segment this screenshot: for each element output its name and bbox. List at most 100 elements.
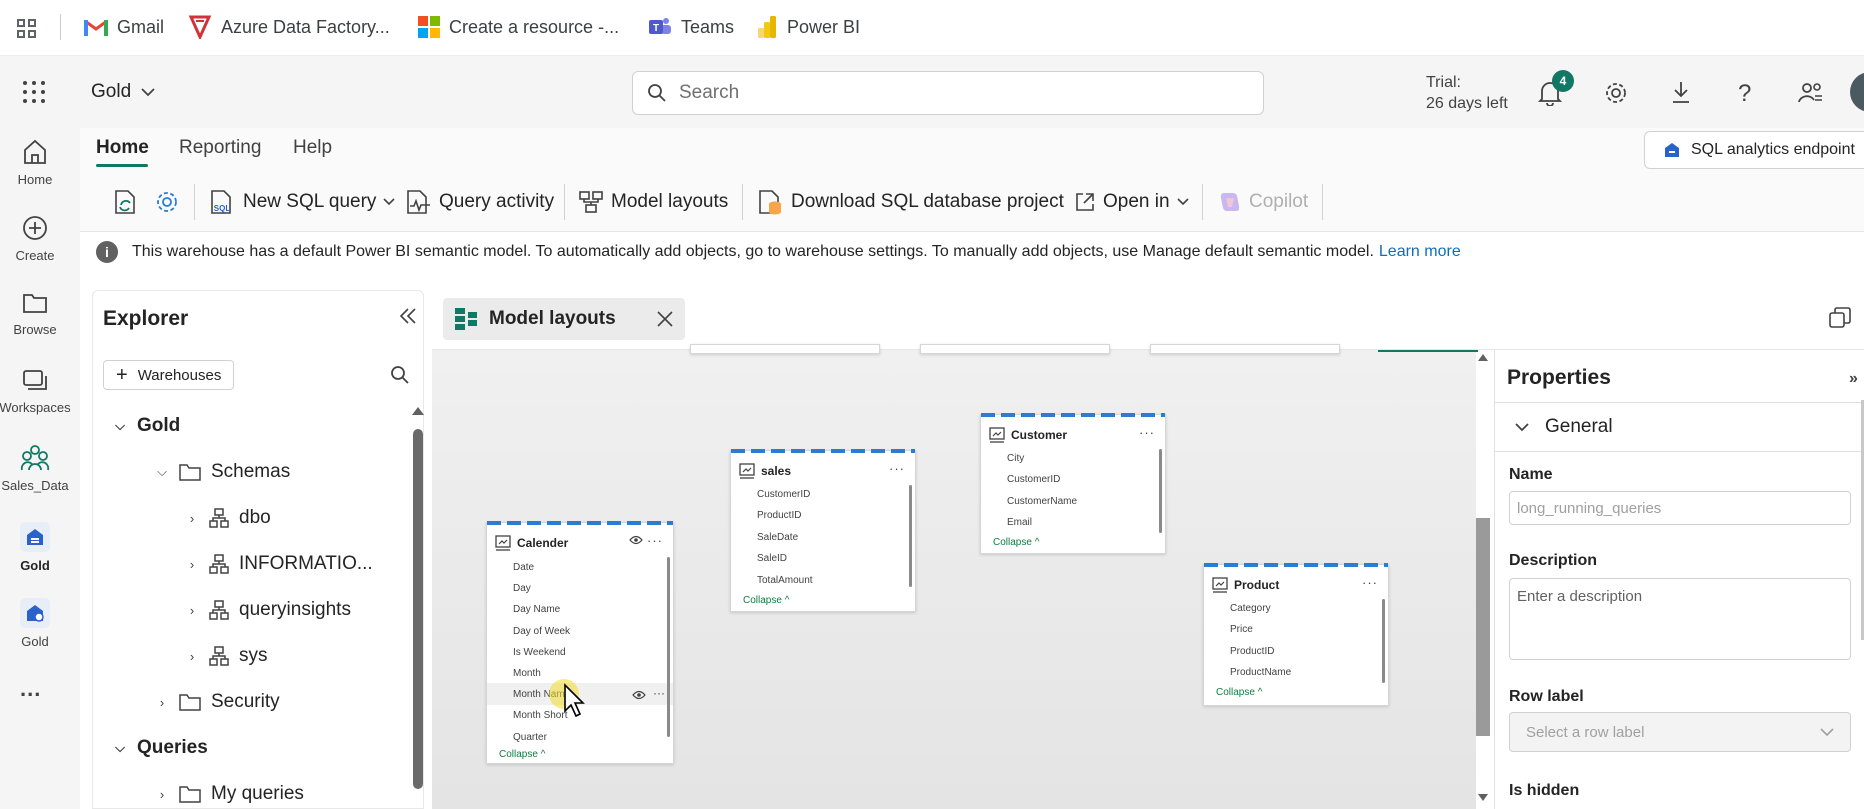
table-card-customer[interactable]: Customer ··· City CustomerID CustomerNam…	[980, 413, 1166, 554]
eye-icon[interactable]	[629, 535, 643, 545]
column-day-name[interactable]: Day Name	[513, 604, 560, 615]
notifications-button[interactable]: 4	[1538, 70, 1574, 106]
tree-item-queries[interactable]: ⌵ Queries	[113, 737, 208, 759]
column-month-short[interactable]: Month Short	[513, 710, 567, 721]
expand-pane-icon[interactable]: »	[1849, 370, 1858, 388]
bookmark-create-resource[interactable]: Create a resource -...	[418, 14, 619, 40]
trial-status[interactable]: Trial: 26 days left	[1426, 72, 1508, 114]
column-customerid[interactable]: CustomerID	[757, 489, 810, 500]
app-launcher-icon[interactable]	[22, 80, 46, 104]
explorer-scrollbar[interactable]	[413, 429, 423, 789]
column-saleid[interactable]: SaleID	[757, 553, 787, 564]
rail-item-gold-active[interactable]: Gold	[0, 522, 70, 573]
table-card-calender[interactable]: Calender ··· Date Day Day Name Day of We…	[486, 521, 674, 764]
close-icon[interactable]	[657, 311, 673, 327]
copilot-button[interactable]: Copilot	[1218, 187, 1308, 217]
learn-more-link[interactable]: Learn more	[1379, 243, 1461, 261]
column-month[interactable]: Month	[513, 668, 541, 679]
column-email[interactable]: Email	[1007, 517, 1032, 528]
tree-item-queryinsights[interactable]: › queryinsights	[185, 599, 351, 621]
rail-item-sales-data[interactable]: Sales_Data	[0, 444, 70, 493]
collapse-link[interactable]: Collapse ^	[743, 595, 789, 606]
more-options-icon[interactable]: ···	[1362, 575, 1378, 590]
column-category[interactable]: Category	[1230, 603, 1271, 614]
model-layouts-button[interactable]: Model layouts	[578, 187, 728, 217]
rail-item-gold[interactable]: Gold	[0, 598, 70, 649]
restore-window-icon[interactable]	[1828, 306, 1852, 330]
collapse-link[interactable]: Collapse ^	[1216, 687, 1262, 698]
more-options-icon[interactable]: ···	[653, 686, 665, 700]
column-quarter[interactable]: Quarter	[513, 732, 547, 743]
tab-reporting[interactable]: Reporting	[179, 137, 261, 159]
refresh-icon[interactable]	[112, 188, 138, 216]
canvas-scroll-down-arrow[interactable]	[1478, 794, 1488, 801]
table-scrollbar[interactable]	[667, 557, 670, 737]
canvas-scroll-up-arrow[interactable]	[1478, 354, 1488, 361]
offscreen-table-card[interactable]	[1150, 344, 1340, 354]
column-totalamount[interactable]: TotalAmount	[757, 575, 813, 586]
new-sql-query-button[interactable]: SQL New SQL query	[208, 187, 395, 217]
rail-item-workspaces[interactable]: Workspaces	[0, 368, 71, 415]
bookmark-gmail[interactable]: Gmail	[84, 14, 164, 40]
column-productid[interactable]: ProductID	[757, 510, 801, 521]
column-day[interactable]: Day	[513, 583, 531, 594]
settings-icon[interactable]	[1604, 81, 1628, 105]
tree-item-security[interactable]: › Security	[155, 691, 280, 713]
tree-item-my-queries[interactable]: › My queries	[155, 783, 304, 805]
column-customerid[interactable]: CustomerID	[1007, 474, 1060, 485]
download-icon[interactable]	[1670, 80, 1692, 104]
collapse-link[interactable]: Collapse ^	[499, 749, 545, 760]
table-scrollbar[interactable]	[909, 485, 912, 587]
sql-analytics-endpoint-button[interactable]: SQL analytics endpoint	[1644, 131, 1864, 169]
query-activity-button[interactable]: Query activity	[404, 187, 554, 217]
apps-grid-icon[interactable]	[16, 18, 38, 40]
column-is-weekend[interactable]: Is Weekend	[513, 647, 566, 658]
tree-item-gold[interactable]: ⌵ Gold	[113, 415, 180, 437]
rail-item-home[interactable]: Home	[0, 138, 70, 187]
tab-home[interactable]: Home	[96, 137, 149, 159]
download-sql-project-button[interactable]: Download SQL database project	[756, 187, 1064, 217]
bookmark-power-bi[interactable]: Power BI	[758, 14, 860, 40]
tree-item-sys[interactable]: › sys	[185, 645, 268, 667]
table-card-product[interactable]: Product ··· Category Price ProductID Pro…	[1203, 563, 1389, 706]
eye-icon[interactable]	[632, 690, 646, 700]
model-canvas[interactable]: Calender ··· Date Day Day Name Day of We…	[432, 344, 1490, 809]
column-price[interactable]: Price	[1230, 624, 1253, 635]
tree-item-information-schema[interactable]: › INFORMATIO...	[185, 553, 373, 575]
table-scrollbar[interactable]	[1159, 449, 1162, 533]
column-city[interactable]: City	[1007, 453, 1024, 464]
column-date[interactable]: Date	[513, 562, 534, 573]
offscreen-table-card[interactable]	[690, 344, 880, 354]
name-field[interactable]: long_running_queries	[1509, 491, 1851, 525]
canvas-scrollbar[interactable]	[1476, 518, 1490, 736]
general-section-header[interactable]: General	[1495, 402, 1864, 452]
workspace-switcher[interactable]: Gold	[91, 81, 155, 103]
more-options-icon[interactable]: ···	[889, 461, 905, 476]
more-options-icon[interactable]: ···	[1139, 425, 1155, 440]
bookmark-azure-data-factory[interactable]: Azure Data Factory...	[188, 14, 390, 40]
rail-item-browse[interactable]: Browse	[0, 290, 70, 337]
avatar[interactable]	[1850, 72, 1864, 112]
more-icon[interactable]: ...	[20, 676, 41, 702]
column-productid[interactable]: ProductID	[1230, 646, 1274, 657]
tree-item-dbo[interactable]: › dbo	[185, 507, 271, 529]
rail-item-create[interactable]: Create	[0, 214, 70, 263]
offscreen-table-card[interactable]	[920, 344, 1110, 354]
collapse-pane-icon[interactable]	[399, 307, 417, 325]
column-productname[interactable]: ProductName	[1230, 667, 1291, 678]
description-field[interactable]: Enter a description	[1509, 578, 1851, 660]
table-scrollbar[interactable]	[1382, 599, 1385, 683]
table-card-sales[interactable]: sales ··· CustomerID ProductID SaleDate …	[730, 449, 916, 612]
tree-item-schemas[interactable]: ⌵ Schemas	[155, 461, 290, 483]
bookmark-teams[interactable]: T Teams	[648, 14, 734, 40]
column-customername[interactable]: CustomerName	[1007, 496, 1077, 507]
row-label-dropdown[interactable]: Select a row label	[1509, 712, 1851, 752]
search-box[interactable]: Search	[632, 71, 1264, 115]
editor-tab-model-layouts[interactable]: Model layouts	[443, 298, 685, 340]
column-saledate[interactable]: SaleDate	[757, 532, 798, 543]
share-icon[interactable]	[1798, 80, 1824, 104]
collapse-link[interactable]: Collapse ^	[993, 537, 1039, 548]
column-day-of-week[interactable]: Day of Week	[513, 626, 570, 637]
tab-help[interactable]: Help	[293, 137, 332, 159]
help-icon[interactable]: ?	[1738, 80, 1751, 108]
